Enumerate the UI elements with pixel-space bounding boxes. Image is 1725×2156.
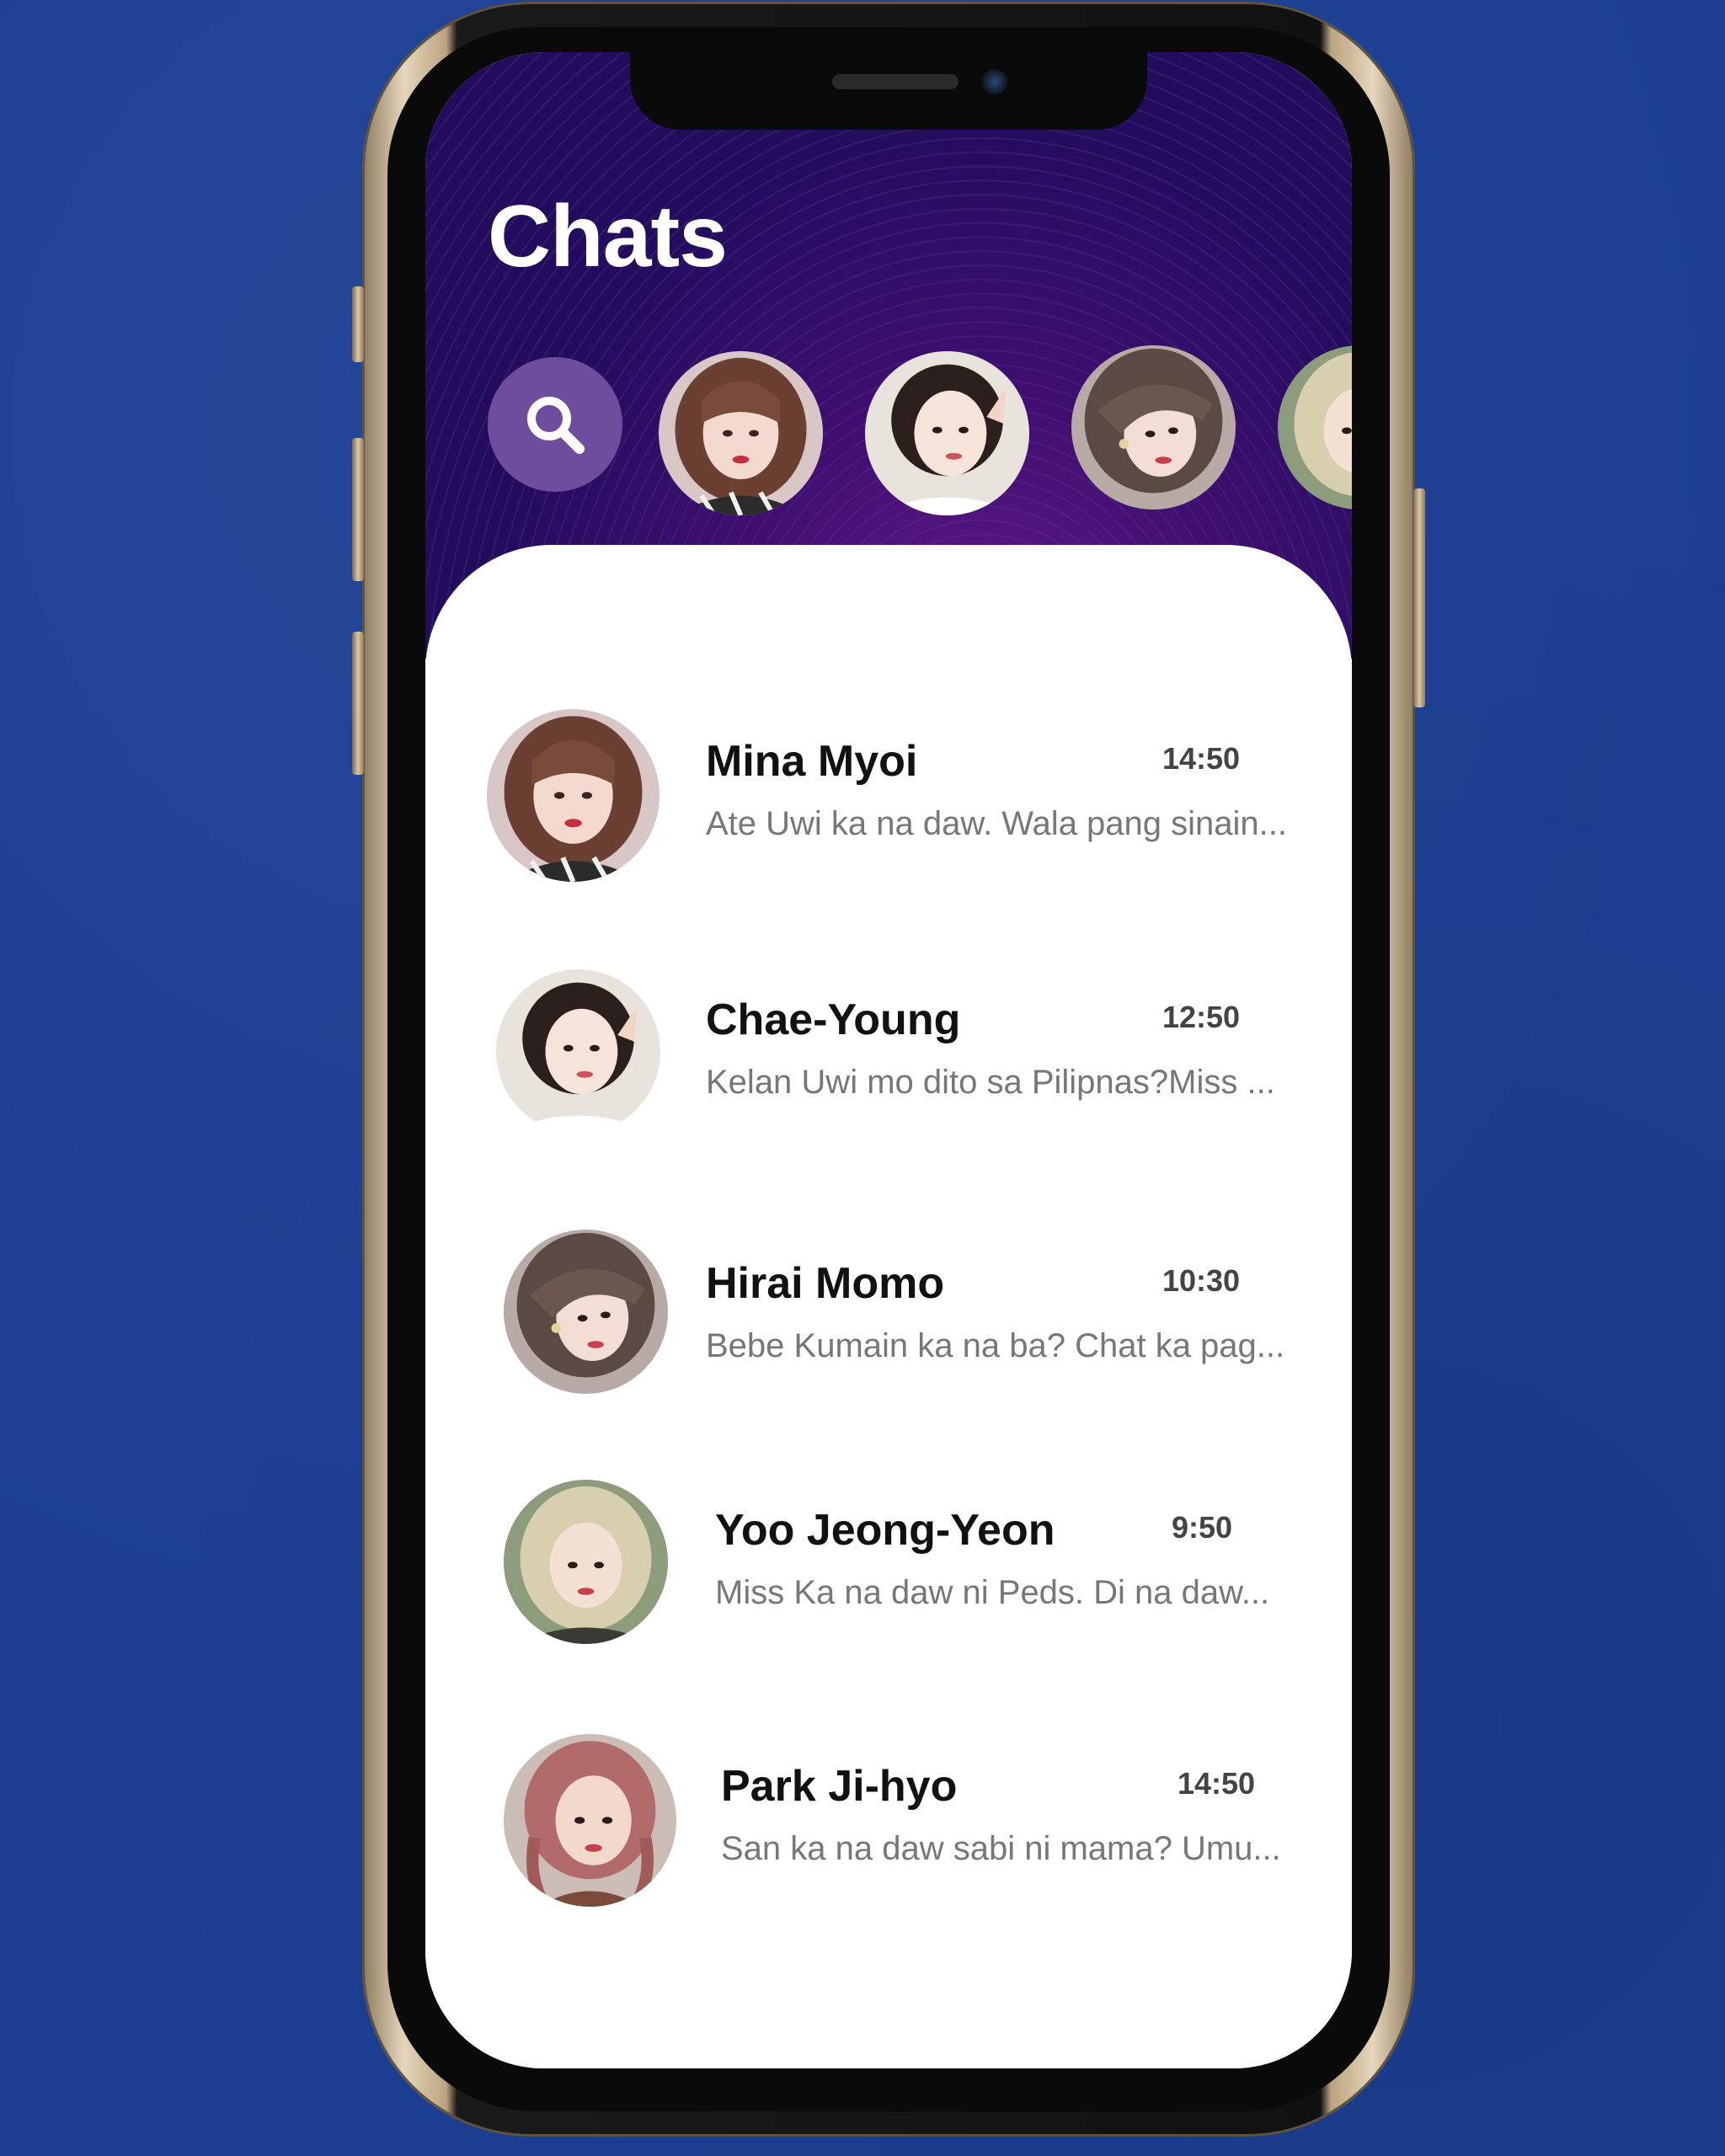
chat-row[interactable]: Mina Myoi 14:50 Ate Uwi ka na daw. Wala … [425, 709, 1352, 920]
mute-switch [352, 286, 364, 362]
chat-name: Park Ji-hyo [721, 1762, 958, 1811]
chat-time: 14:50 [1178, 1766, 1256, 1801]
chat-time: 10:30 [1162, 1263, 1241, 1298]
chat-time: 14:50 [1162, 741, 1241, 776]
avatar [504, 1230, 668, 1394]
story-row [425, 296, 1352, 515]
chat-name: Yoo Jeong-Yeon [715, 1506, 1055, 1555]
search-icon [527, 397, 585, 454]
portrait-image [504, 1230, 668, 1394]
chat-name: Hirai Momo [706, 1259, 945, 1308]
chat-row[interactable]: Yoo Jeong-Yeon 9:50 Miss Ka na daw ni Pe… [425, 1480, 1352, 1690]
power-button [1413, 488, 1425, 707]
portrait-image [865, 351, 1029, 515]
chat-preview: Miss Ka na daw ni Peds. Di na daw... [715, 1574, 1270, 1611]
avatar [504, 1734, 676, 1907]
volume-up-button [352, 438, 364, 581]
chat-row[interactable]: Chae-Young 12:50 Kelan Uwi mo dito sa Pi… [425, 966, 1352, 1177]
story-avatar[interactable] [1071, 345, 1236, 510]
chat-preview: Bebe Kumain ka na ba? Chat ka pag... [706, 1327, 1285, 1364]
chat-name: Chae-Young [706, 995, 961, 1044]
portrait-image [504, 1734, 676, 1907]
avatar [504, 1480, 668, 1644]
front-camera [982, 69, 1007, 94]
chat-preview: Ate Uwi ka na daw. Wala pang sinain... [706, 805, 1287, 842]
chat-row[interactable]: Park Ji-hyo 14:50 San ka na daw sabi ni … [425, 1724, 1352, 1935]
story-avatar[interactable] [659, 351, 823, 515]
search-button[interactable] [488, 357, 622, 492]
portrait-image [1278, 345, 1352, 510]
chat-time: 12:50 [1162, 1000, 1241, 1034]
portrait-image [487, 709, 660, 882]
portrait-image [659, 351, 823, 515]
avatar [496, 969, 660, 1134]
story-avatar[interactable] [865, 351, 1029, 515]
chat-preview: Kelan Uwi mo dito sa Pilipnas?Miss ... [706, 1064, 1275, 1101]
phone-notch [630, 52, 1147, 130]
app-screen: Chats Mina Myoi 14:50 Ate Uwi ka na daw.… [425, 52, 1352, 2068]
portrait-image [1071, 345, 1236, 510]
portrait-image [504, 1480, 668, 1644]
avatar [487, 709, 660, 882]
chat-time: 9:50 [1172, 1510, 1233, 1545]
story-avatar[interactable] [1278, 345, 1352, 510]
portrait-image [496, 969, 660, 1134]
chat-list: Mina Myoi 14:50 Ate Uwi ka na daw. Wala … [425, 545, 1352, 2068]
volume-down-button [352, 632, 364, 775]
chat-preview: San ka na daw sabi ni mama? Umu... [721, 1830, 1281, 1867]
page-title: Chats [488, 188, 728, 286]
chat-name: Mina Myoi [706, 737, 918, 786]
chat-row[interactable]: Hirai Momo 10:30 Bebe Kumain ka na ba? C… [425, 1219, 1352, 1429]
earpiece-speaker [832, 74, 959, 89]
